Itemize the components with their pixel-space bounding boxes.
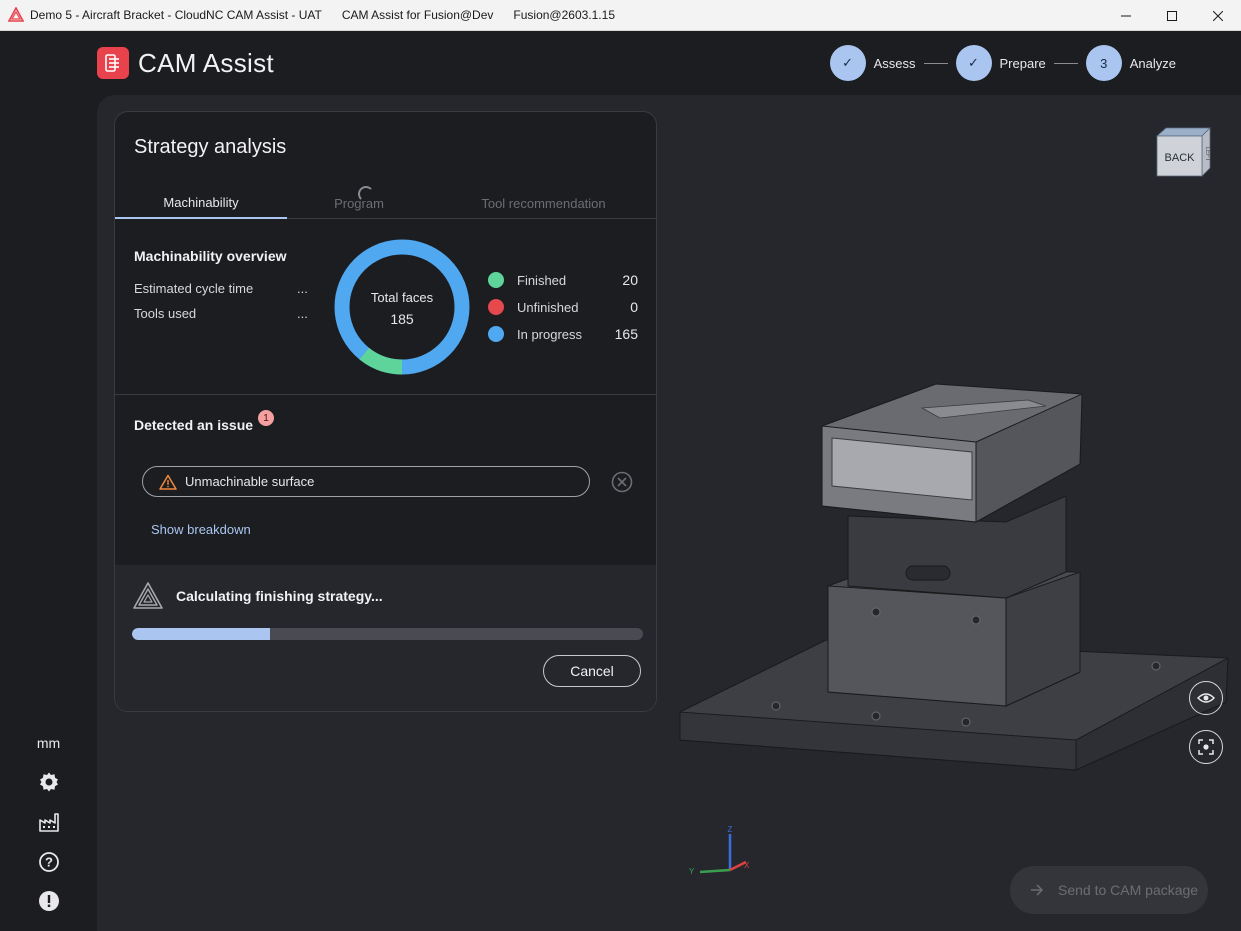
tab-tool-recommendation[interactable]: Tool recommendation bbox=[431, 188, 656, 219]
panel-tabs: Machinability Program Tool recommendatio… bbox=[115, 188, 656, 219]
unmachinable-surface-chip[interactable]: Unmachinable surface bbox=[142, 466, 590, 497]
svg-text:?: ? bbox=[45, 855, 53, 870]
stat-cycle-time-value: ... bbox=[297, 281, 308, 296]
view-cube-side-label: LEFT bbox=[1204, 147, 1210, 162]
donut-total: 185 bbox=[390, 311, 414, 327]
machinability-overview-title: Machinability overview bbox=[134, 248, 287, 264]
z-axis-label: Z bbox=[728, 825, 733, 834]
step-separator bbox=[923, 62, 948, 64]
legend-unfinished-label: Unfinished bbox=[517, 299, 579, 315]
minimize-button[interactable] bbox=[1103, 0, 1149, 31]
tab-machinability[interactable]: Machinability bbox=[115, 188, 287, 219]
maximize-icon bbox=[1167, 10, 1177, 21]
step-separator bbox=[1053, 62, 1078, 64]
window-controls bbox=[1103, 0, 1241, 31]
window-title-project: CAM Assist for Fusion@Dev bbox=[341, 8, 494, 22]
issue-chip-label: Unmachinable surface bbox=[185, 474, 315, 489]
donut-segment-in-progress bbox=[334, 239, 470, 375]
window-title: Demo 5 - Aircraft Bracket - CloudNC CAM … bbox=[30, 8, 322, 22]
factory-icon bbox=[38, 813, 59, 832]
step-assess-label: Assess bbox=[873, 55, 916, 71]
step-prepare[interactable]: ✓ Prepare bbox=[955, 45, 1046, 81]
left-rail: mm ? bbox=[0, 95, 97, 931]
close-icon bbox=[1213, 10, 1223, 21]
legend-in-progress-label: In progress bbox=[517, 326, 583, 342]
brand-logo-icon bbox=[97, 47, 129, 79]
brand-name: CAM Assist bbox=[138, 47, 274, 78]
step-analyze-label: Analyze bbox=[1129, 55, 1176, 71]
strategy-analysis-panel: Strategy analysis Machinability Program … bbox=[114, 111, 657, 712]
feedback-button[interactable] bbox=[0, 890, 97, 912]
x-axis-label: X bbox=[744, 861, 750, 870]
progress-fill bbox=[132, 628, 270, 640]
focus-icon bbox=[1198, 739, 1214, 755]
stat-cycle-time-label: Estimated cycle time bbox=[134, 281, 254, 296]
axis-triad: Z Y X bbox=[689, 825, 750, 876]
settings-icon bbox=[39, 772, 58, 792]
fit-view-button[interactable] bbox=[1189, 730, 1223, 764]
calculation-status-text: Calculating finishing strategy... bbox=[176, 588, 383, 604]
app-header: CAM Assist ✓ Assess ✓ Prepare 3 Analyze bbox=[0, 31, 1241, 95]
legend-finished: Finished 20 bbox=[488, 271, 638, 289]
window-title-version: Fusion@2603.1.15 bbox=[513, 8, 615, 22]
send-to-cam-button[interactable]: Send to CAM package bbox=[1010, 866, 1208, 914]
step-prepare-check-icon: ✓ bbox=[955, 45, 992, 81]
stat-tools-used-value: ... bbox=[297, 306, 308, 321]
legend-unfinished: Unfinished 0 bbox=[488, 298, 638, 316]
legend-finished-value: 20 bbox=[622, 272, 638, 288]
stat-cycle-time: Estimated cycle time ... bbox=[134, 281, 314, 296]
help-icon: ? bbox=[38, 852, 59, 872]
feedback-icon bbox=[38, 891, 59, 911]
legend-finished-label: Finished bbox=[517, 272, 567, 288]
show-breakdown-link[interactable]: Show breakdown bbox=[151, 522, 251, 537]
total-faces-donut bbox=[334, 239, 470, 375]
legend-in-progress-dot bbox=[488, 326, 504, 342]
visibility-button[interactable] bbox=[1189, 681, 1223, 715]
cloudnc-logo-icon bbox=[133, 582, 163, 609]
app-logo-icon bbox=[8, 7, 24, 22]
eye-icon bbox=[1197, 693, 1215, 703]
window-titlebar: Demo 5 - Aircraft Bracket - CloudNC CAM … bbox=[0, 0, 1241, 31]
send-to-cam-label: Send to CAM package bbox=[1058, 882, 1199, 898]
settings-button[interactable] bbox=[0, 771, 97, 793]
calculation-progress-bar bbox=[132, 628, 643, 640]
help-button[interactable]: ? bbox=[0, 851, 97, 873]
workflow-stepper: ✓ Assess ✓ Prepare 3 Analyze bbox=[829, 45, 1176, 81]
units-toggle[interactable]: mm bbox=[0, 735, 97, 751]
brand: CAM Assist bbox=[97, 47, 274, 79]
legend-unfinished-value: 0 bbox=[630, 299, 638, 315]
warning-icon bbox=[159, 474, 177, 490]
arrow-right-icon bbox=[1031, 884, 1044, 896]
minimize-icon bbox=[1121, 15, 1131, 16]
step-prepare-label: Prepare bbox=[999, 55, 1046, 71]
legend-finished-dot bbox=[488, 272, 504, 288]
loading-spinner-icon bbox=[358, 186, 374, 202]
step-assess-check-icon: ✓ bbox=[829, 45, 866, 81]
step-analyze-number: 3 bbox=[1085, 45, 1122, 81]
section-divider bbox=[115, 394, 656, 395]
y-axis-label: Y bbox=[689, 867, 695, 876]
maximize-button[interactable] bbox=[1149, 0, 1195, 31]
close-button[interactable] bbox=[1195, 0, 1241, 31]
issue-count-badge: 1 bbox=[258, 410, 274, 426]
panel-title: Strategy analysis bbox=[134, 136, 287, 158]
view-cube[interactable]: BACK LEFT bbox=[1152, 124, 1214, 180]
legend-in-progress-value: 165 bbox=[614, 326, 638, 342]
dismiss-issue-icon[interactable] bbox=[611, 471, 633, 493]
legend-unfinished-dot bbox=[488, 299, 504, 315]
donut-label: Total faces bbox=[370, 290, 434, 305]
stat-tools-used: Tools used ... bbox=[134, 306, 314, 321]
part-3d-model[interactable] bbox=[676, 376, 1232, 774]
calculation-status: Calculating finishing strategy... Cancel bbox=[115, 565, 656, 711]
machines-button[interactable] bbox=[0, 811, 97, 833]
y-axis-line bbox=[699, 868, 731, 874]
cancel-button[interactable]: Cancel bbox=[543, 655, 641, 687]
view-cube-face-label: BACK bbox=[1165, 152, 1196, 164]
stat-tools-used-label: Tools used bbox=[134, 306, 197, 321]
legend-in-progress: In progress 165 bbox=[488, 325, 638, 343]
step-assess[interactable]: ✓ Assess bbox=[829, 45, 916, 81]
step-analyze[interactable]: 3 Analyze bbox=[1085, 45, 1176, 81]
detected-issue-title: Detected an issue bbox=[134, 417, 254, 433]
